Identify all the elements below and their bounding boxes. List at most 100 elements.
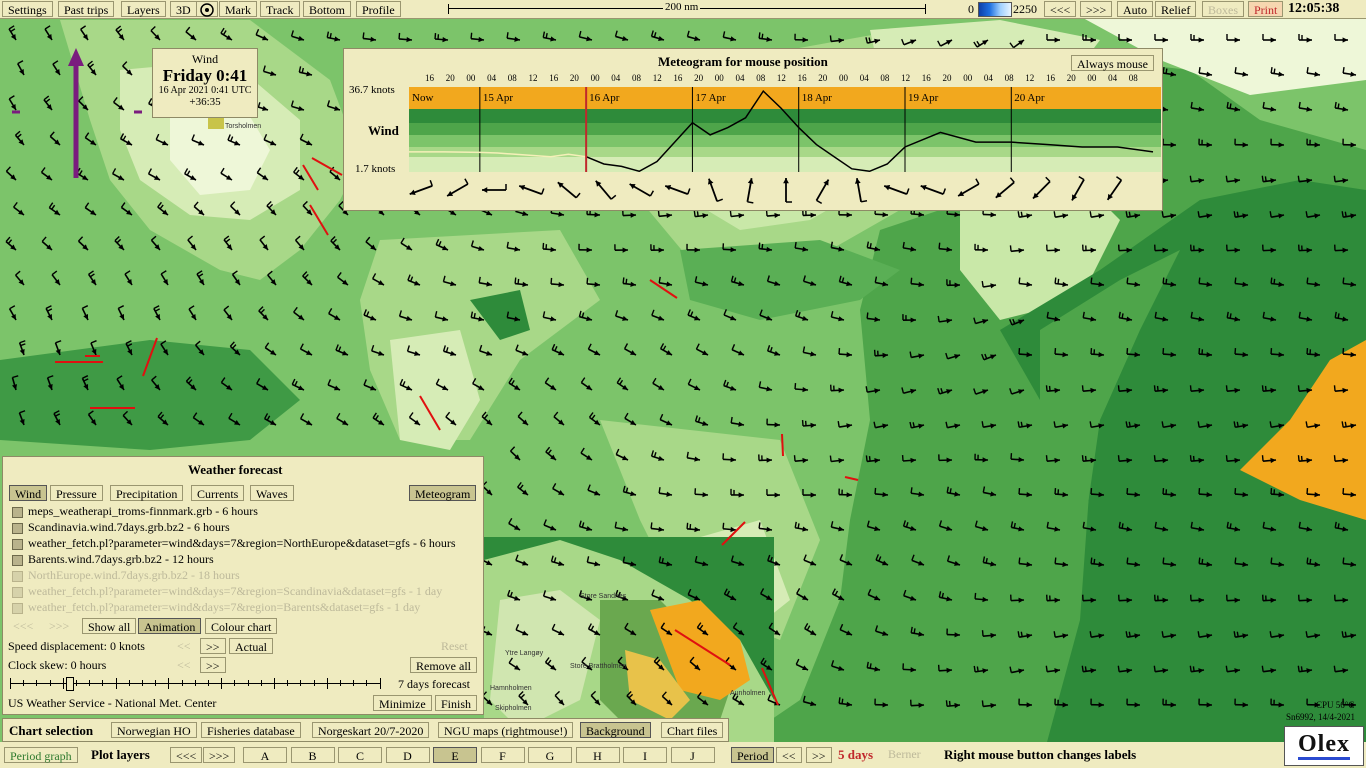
- forecast-file[interactable]: Scandinavia.wind.7days.grb.bz2 - 6 hours: [28, 520, 230, 535]
- chart-ngu-maps[interactable]: NGU maps (rightmouse!): [438, 722, 574, 738]
- forecast-file[interactable]: meps_weatherapi_troms-finnmark.grb - 6 h…: [28, 504, 258, 519]
- olex-logo-text: Olex: [1298, 731, 1350, 760]
- layer-h-button[interactable]: H: [575, 747, 620, 763]
- forecast-file[interactable]: weather_fetch.pl?parameter=wind&days=7&r…: [28, 600, 420, 615]
- meteogram-toggle-button[interactable]: Meteogram: [409, 485, 477, 501]
- show-all-button[interactable]: Show all: [82, 618, 137, 634]
- layer-f-button[interactable]: F: [480, 747, 525, 763]
- tab-wind[interactable]: Wind: [9, 485, 48, 501]
- finish-button[interactable]: Finish: [435, 695, 478, 711]
- hour-tick: 16: [921, 73, 931, 83]
- period-button[interactable]: Period: [731, 747, 775, 763]
- forecast-file[interactable]: Barents.wind.7days.grb.bz2 - 12 hours: [28, 552, 214, 567]
- reset-button[interactable]: Reset: [441, 639, 468, 654]
- speed-fwd-button[interactable]: >>: [200, 638, 226, 654]
- menu-mark[interactable]: Mark: [219, 1, 257, 17]
- menu-past-trips[interactable]: Past trips: [58, 1, 115, 17]
- chart-files[interactable]: Chart files: [661, 722, 724, 738]
- wind-barb-icon: [783, 178, 792, 203]
- period-graph-button[interactable]: Period graph: [4, 747, 78, 763]
- tab-waves[interactable]: Waves: [250, 485, 294, 501]
- chart-selection-bar: Chart selection Norwegian HO Fisheries d…: [2, 718, 729, 742]
- layer-d-button[interactable]: D: [385, 747, 430, 763]
- layers-back-button[interactable]: <<<: [170, 747, 203, 763]
- hour-tick: 04: [859, 73, 869, 83]
- hour-tick: 08: [632, 73, 641, 83]
- file-checkbox[interactable]: [12, 571, 23, 582]
- actual-button[interactable]: Actual: [229, 638, 273, 654]
- bottom-toolbar: Period graph Plot layers <<< >>> ABCDEFG…: [0, 726, 1366, 768]
- tab-precipitation[interactable]: Precipitation: [110, 485, 184, 501]
- wind-barb-icon: [482, 184, 507, 193]
- file-checkbox[interactable]: [12, 539, 23, 550]
- always-mouse-button[interactable]: Always mouse: [1071, 55, 1154, 71]
- minimize-button[interactable]: Minimize: [373, 695, 432, 711]
- auto-button[interactable]: Auto: [1117, 1, 1153, 17]
- depth-fwd-button[interactable]: >>>: [1080, 1, 1113, 17]
- relief-button[interactable]: Relief: [1155, 1, 1197, 17]
- boxes-button[interactable]: Boxes: [1202, 1, 1244, 17]
- slider-knob[interactable]: [66, 677, 75, 691]
- menu-track[interactable]: Track: [260, 1, 300, 17]
- menu-layers[interactable]: Layers: [121, 1, 166, 17]
- hour-tick: 20: [942, 73, 952, 83]
- layers-fwd-button[interactable]: >>>: [203, 747, 236, 763]
- clock-back-button[interactable]: <<: [177, 658, 191, 673]
- file-checkbox[interactable]: [12, 587, 23, 598]
- layer-g-button[interactable]: G: [528, 747, 572, 763]
- forecast-time-slider[interactable]: [10, 676, 388, 692]
- plot-layers-title: Plot layers: [91, 747, 150, 762]
- layer-b-button[interactable]: B: [290, 747, 335, 763]
- period-fwd-button[interactable]: >>: [806, 747, 832, 763]
- depth-back-button[interactable]: <<<: [1044, 1, 1077, 17]
- menu-bottom[interactable]: Bottom: [303, 1, 352, 17]
- chart-norgeskart[interactable]: Norgeskart 20/7-2020: [312, 722, 430, 738]
- file-checkbox[interactable]: [12, 555, 23, 566]
- tab-pressure[interactable]: Pressure: [50, 485, 103, 501]
- forecast-file[interactable]: NorthEurope.wind.7days.grb.bz2 - 18 hour…: [28, 568, 240, 583]
- period-back-button[interactable]: <<: [776, 747, 802, 763]
- berner-button[interactable]: Berner: [888, 747, 921, 762]
- hour-tick: 00: [963, 73, 973, 83]
- hour-tick: 00: [590, 73, 600, 83]
- chart-norwegian-ho[interactable]: Norwegian HO: [111, 722, 197, 738]
- tab-currents[interactable]: Currents: [191, 485, 245, 501]
- layer-e-button[interactable]: E: [433, 747, 477, 763]
- layer-i-button[interactable]: I: [623, 747, 667, 763]
- forecast-file[interactable]: weather_fetch.pl?parameter=wind&days=7&r…: [28, 584, 442, 599]
- file-checkbox[interactable]: [12, 603, 23, 614]
- wind-barb-icon: [1032, 176, 1051, 200]
- layer-j-button[interactable]: J: [670, 747, 715, 763]
- scale-label: 200 nm: [663, 1, 701, 13]
- cpu-temp: CPU 56°C: [1316, 700, 1355, 710]
- print-button[interactable]: Print: [1248, 1, 1284, 17]
- wind-barb-icon: [883, 184, 910, 195]
- menu-3d[interactable]: 3D: [170, 1, 197, 17]
- weather-forecast-panel: Weather forecast Wind Pressure Precipita…: [2, 456, 484, 715]
- wind-barb-icon: [409, 180, 433, 196]
- menu-settings[interactable]: Settings: [2, 1, 53, 17]
- colour-chart-button[interactable]: Colour chart: [205, 618, 278, 634]
- chart-fisheries-database[interactable]: Fisheries database: [201, 722, 301, 738]
- mark-target-icon[interactable]: [196, 1, 218, 17]
- files-fwd-button[interactable]: >>>: [49, 619, 69, 634]
- files-back-button[interactable]: <<<: [13, 619, 33, 634]
- layer-c-button[interactable]: C: [338, 747, 382, 763]
- meteogram-hour-ticks: 16 20 00 04 08 12 16 20 00 04 08 12 16 20 00 04 08 12 16 20…: [344, 73, 1164, 85]
- forecast-file[interactable]: weather_fetch.pl?parameter=wind&days=7&r…: [28, 536, 456, 551]
- forecast-title: Weather forecast: [188, 462, 283, 477]
- menu-profile[interactable]: Profile: [356, 1, 401, 17]
- file-checkbox[interactable]: [12, 507, 23, 518]
- remove-all-button[interactable]: Remove all: [410, 657, 477, 673]
- file-checkbox[interactable]: [12, 523, 23, 534]
- hour-tick: 00: [714, 73, 724, 83]
- meteogram-title: Meteogram for mouse position: [658, 54, 828, 69]
- clock-fwd-button[interactable]: >>: [200, 657, 226, 673]
- hour-tick: 16: [425, 73, 434, 83]
- hour-tick: 12: [1025, 73, 1035, 83]
- chart-background[interactable]: Background: [580, 722, 651, 738]
- wind-barb-icon: [854, 178, 868, 203]
- animation-button[interactable]: Animation: [138, 618, 202, 634]
- speed-back-button[interactable]: <<: [177, 639, 191, 654]
- layer-a-button[interactable]: A: [243, 747, 287, 763]
